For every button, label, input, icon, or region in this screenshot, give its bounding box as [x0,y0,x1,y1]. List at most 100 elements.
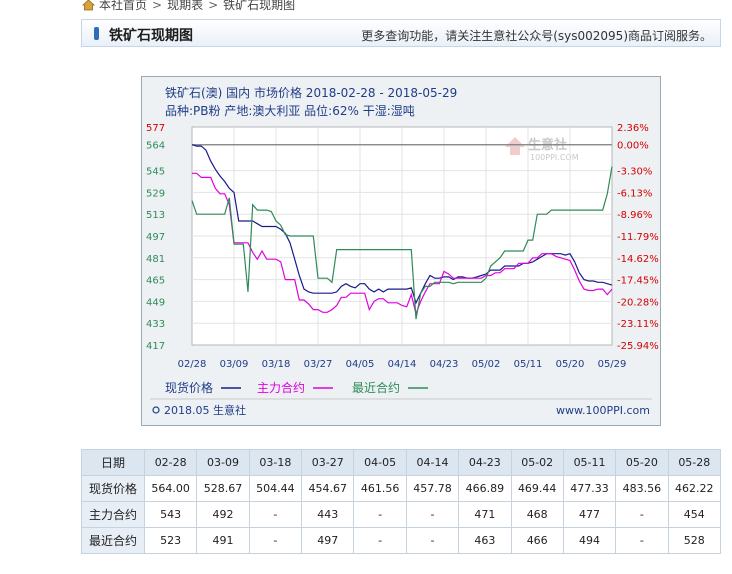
y-tick-label-left: 577 [146,123,165,134]
table-row: 现货价格 564.00 528.67 504.44 454.67 461.56 457.78… [81,475,722,502]
table-cell: - [248,527,303,554]
table-date-header: 03-27 [301,449,355,476]
table-cell: 466.89 [458,475,512,502]
title-bar: 铁矿石现期图 更多查询功能，请关注生意社公众号(sys002095)商品订阅服务… [81,19,721,47]
table-cell: 564.00 [143,475,198,502]
title-marker-icon [94,27,99,40]
breadcrumb-spot-futures[interactable]: 现期表 [167,0,203,12]
table-cell: 528 [667,527,722,554]
y-tick-label-right: -14.62% [617,254,659,265]
y-tick-label-left: 433 [146,319,165,330]
table-cell: 468 [510,501,564,528]
x-tick-label: 04/23 [430,359,459,370]
price-chart: 铁矿石(澳) 国内 市场价格 2018-02-28 - 2018-05-29 品种… [146,85,659,417]
table-date-header: 03-09 [196,449,250,476]
table-cell: 469.44 [510,475,564,502]
chart-subtitle: 品种:PB粉 产地:澳大利亚 品位:62% 干湿:湿吨 [165,103,415,118]
table-cell: 504.44 [248,475,303,502]
table-date-header: 05-28 [667,449,722,476]
table-cell: - [405,501,460,528]
table-header-label: 日期 [81,449,145,476]
x-tick-label: 03/18 [262,359,291,370]
table-date-header: 05-11 [562,449,617,476]
y-tick-label-left: 564 [146,141,165,152]
table-cell: - [615,501,669,528]
subscription-notice: 更多查询功能，请关注生意社公众号(sys002095)商品订阅服务。 [361,29,712,43]
y-tick-label-right: 0.00% [617,141,649,152]
y-tick-label-right: -17.45% [617,276,659,287]
breadcrumb-current: 铁矿石现期图 [223,0,296,12]
price-table: 日期 02-28 03-09 03-18 03-27 04-05 04-14 04-23 05… [81,449,722,554]
chart-footer-right: www.100PPI.com [556,404,650,417]
table-date-header: 05-02 [510,449,564,476]
legend-label: 主力合约 [257,380,305,395]
table-cell: 477.33 [562,475,617,502]
table-date-header: 02-28 [143,449,198,476]
breadcrumb-separator: > [152,0,163,12]
table-cell: 491 [196,527,250,554]
x-tick-label: 02/28 [178,359,207,370]
table-row-label: 最近合约 [81,527,145,554]
table-cell: 463 [458,527,512,554]
table-header-row: 日期 02-28 03-09 03-18 03-27 04-05 04-14 04-23 05… [81,449,722,476]
table-cell: 543 [143,501,198,528]
table-cell: 461.56 [353,475,407,502]
legend-label: 现货价格 [165,380,213,395]
table-cell: 523 [143,527,198,554]
table-row: 最近合约 523 491-497- -463 466 494-528 [81,527,722,554]
x-tick-label: 05/11 [514,359,543,370]
table-date-header: 05-20 [615,449,669,476]
x-tick-label: 03/09 [220,359,249,370]
y-tick-label-right: -23.11% [617,319,659,330]
table-cell: 528.67 [196,475,250,502]
legend-label: 最近合约 [352,380,400,395]
table-date-header: 04-14 [405,449,460,476]
copyright-icon [152,406,160,414]
table-row-label: 主力合约 [81,501,145,528]
chart-panel: 铁矿石(澳) 国内 市场价格 2018-02-28 - 2018-05-29 品种… [141,76,661,426]
y-tick-label-left: 465 [146,276,165,287]
y-tick-label-left: 481 [146,254,165,265]
table-cell: 443 [301,501,355,528]
y-tick-label-right: -6.13% [617,188,652,199]
table-row-label: 现货价格 [81,475,145,502]
x-tick-label: 04/14 [388,359,417,370]
table-cell: 454 [667,501,722,528]
x-tick-label: 05/29 [598,359,627,370]
table-cell: 483.56 [615,475,669,502]
table-cell: 466 [510,527,564,554]
y-tick-label-right: 2.36% [617,123,649,134]
y-tick-label-left: 449 [146,297,165,308]
chart-title: 铁矿石(澳) 国内 市场价格 2018-02-28 - 2018-05-29 [165,85,457,100]
breadcrumb-home[interactable]: 本社首页 [99,0,147,12]
y-tick-label-left: 417 [146,341,165,352]
breadcrumb-separator: > [208,0,219,12]
y-tick-label-left: 497 [146,232,165,243]
table-cell: - [248,501,303,528]
y-tick-label-right: -3.30% [617,167,652,178]
table-cell: 457.78 [405,475,460,502]
y-tick-label-right: -8.96% [617,210,652,221]
table-date-header: 03-18 [248,449,303,476]
table-cell: - [405,527,460,554]
y-tick-label-right: -11.79% [617,232,659,243]
table-cell: - [615,527,669,554]
x-tick-label: 05/02 [472,359,501,370]
table-cell: 454.67 [301,475,355,502]
y-tick-label-left: 529 [146,188,165,199]
table-row: 主力合约 543 492-443- -471 468 477-454 [81,501,722,528]
table-cell: - [353,501,407,528]
table-cell: 494 [562,527,617,554]
y-tick-label-left: 545 [146,167,165,178]
chart-watermark-url: 100PPI.COM [530,153,579,162]
x-tick-label: 03/27 [304,359,333,370]
y-tick-label-right: -25.94% [617,341,659,352]
page-title: 铁矿石现期图 [109,28,193,44]
table-date-header: 04-05 [353,449,407,476]
x-tick-label: 04/05 [346,359,375,370]
x-tick-label: 05/20 [556,359,585,370]
table-cell: 477 [562,501,617,528]
table-cell: - [353,527,407,554]
chart-footer-left: 2018.05 生意社 [164,403,246,417]
table-cell: 497 [301,527,355,554]
